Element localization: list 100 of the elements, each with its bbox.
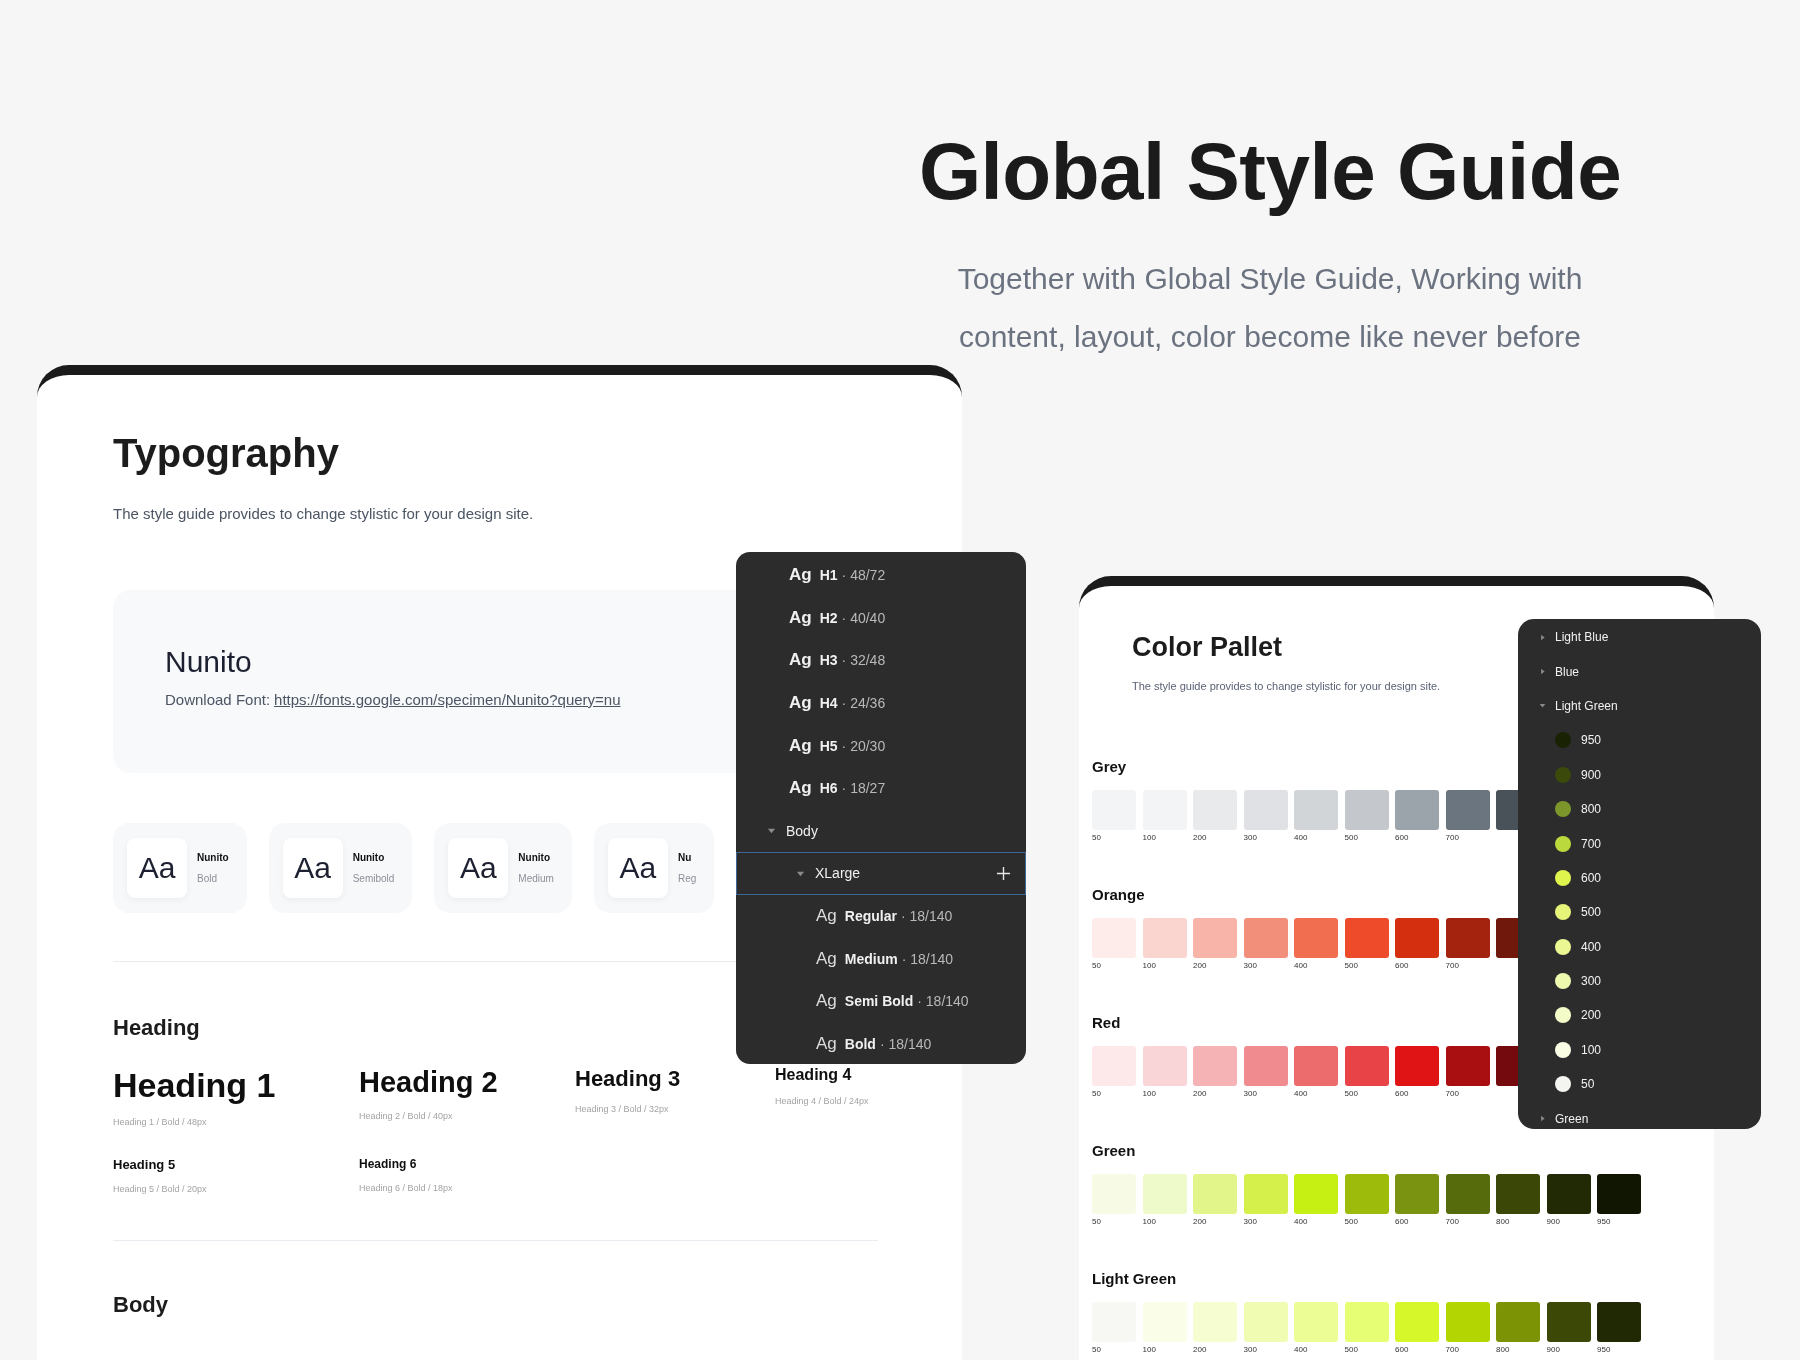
- heading-sample: Heading 6: [359, 1157, 417, 1171]
- swatch-label: 500: [1344, 833, 1358, 842]
- font-sample: Aa: [607, 838, 668, 898]
- style-name: H5: [819, 737, 838, 754]
- style-name: Bold: [844, 1035, 876, 1052]
- swatch-label: 700: [1445, 1217, 1459, 1226]
- style-spec: · 24/36: [841, 695, 886, 712]
- font-weight-name: Bold: [197, 873, 218, 884]
- text-style-row[interactable]: Ag Bold · 18/140: [736, 1022, 1026, 1064]
- font-sample: Aa: [448, 838, 509, 898]
- swatch-label: 500: [1344, 961, 1358, 970]
- color-style-row[interactable]: 950: [1518, 723, 1761, 758]
- text-style-row[interactable]: Ag Semi Bold · 18/140: [736, 979, 1026, 1023]
- heading-sample: Heading 3: [575, 1066, 681, 1092]
- color-style-row[interactable]: Light Blue: [1518, 620, 1761, 655]
- color-style-row[interactable]: 600: [1518, 860, 1761, 896]
- style-spec: · 40/40: [841, 609, 886, 626]
- caret-icon[interactable]: [1539, 702, 1546, 710]
- swatch-label: 200: [1193, 1345, 1207, 1354]
- swatch-label: 800: [1496, 1345, 1510, 1354]
- section-title: Typography: [113, 430, 340, 477]
- caret-icon[interactable]: [1539, 633, 1546, 641]
- add-icon[interactable]: [996, 865, 1011, 881]
- palette-name: Red: [1092, 1014, 1121, 1032]
- text-style-row[interactable]: Ag H5 · 20/30: [736, 724, 1026, 767]
- color-style-row[interactable]: 300: [1518, 963, 1761, 999]
- style-name: Medium: [844, 950, 898, 967]
- download-link[interactable]: https://fonts.google.com/specimen/Nunito?query=nu: [274, 691, 621, 708]
- swatch-label: 200: [1193, 1089, 1207, 1098]
- swatch-label: 800: [1496, 1217, 1510, 1226]
- color-style-row[interactable]: 800: [1518, 791, 1761, 827]
- swatch-label: 400: [1294, 1217, 1308, 1226]
- text-style-row[interactable]: Ag H2 · 40/40: [736, 596, 1026, 640]
- text-style-row[interactable]: Body: [736, 809, 1026, 853]
- swatch-label: 400: [1294, 1345, 1308, 1354]
- style-sample: Ag: [816, 906, 837, 927]
- text-style-row[interactable]: Ag H6 · 18/27: [736, 766, 1026, 810]
- color-style-row[interactable]: 400: [1518, 929, 1761, 964]
- download-label: Download Font:: [165, 691, 271, 708]
- style-name: Regular: [844, 908, 897, 925]
- heading-caption: Heading 2 / Bold / 40px: [359, 1111, 453, 1121]
- swatch-label: 50: [1092, 961, 1101, 970]
- swatch-label: 50: [1092, 833, 1101, 842]
- font-weight-name: Reg: [677, 873, 697, 884]
- text-style-row[interactable]: Ag Regular · 18/140: [736, 894, 1026, 938]
- color-style-row[interactable]: Green: [1518, 1101, 1761, 1129]
- swatch-label: 700: [1445, 833, 1459, 842]
- font-family-name: Nu: [677, 852, 693, 863]
- palette-name: Light Green: [1092, 1270, 1177, 1288]
- shade-name: 200: [1581, 1008, 1602, 1023]
- group-name: Body: [786, 822, 818, 839]
- heading-sample: Heading 4: [775, 1066, 852, 1084]
- color-style-row[interactable]: 500: [1518, 895, 1761, 930]
- style-name: H4: [819, 695, 838, 712]
- swatch-label: 200: [1193, 1217, 1207, 1226]
- text-style-row[interactable]: Ag H1 · 48/72: [736, 554, 1026, 597]
- heading-caption: Heading 1 / Bold / 48px: [113, 1117, 207, 1127]
- swatch-label: 50: [1092, 1345, 1101, 1354]
- swatch-label: 950: [1597, 1345, 1611, 1354]
- font-family-name: Nunito: [518, 852, 551, 863]
- swatch-label: 100: [1142, 961, 1156, 970]
- font-weight-name: Medium: [518, 873, 554, 884]
- swatch-label: 500: [1344, 1089, 1358, 1098]
- subsection-title: Body: [113, 1291, 169, 1319]
- swatch-label: 700: [1445, 1345, 1459, 1354]
- subsection-title: Heading: [113, 1014, 201, 1042]
- swatch-label: 600: [1395, 1345, 1409, 1354]
- swatch-label: 600: [1395, 1089, 1409, 1098]
- swatch-label: 100: [1142, 1345, 1156, 1354]
- swatch-label: 300: [1243, 961, 1257, 970]
- group-name: Light Green: [1555, 698, 1618, 713]
- color-style-row[interactable]: 900: [1518, 757, 1761, 792]
- style-name: H2: [819, 609, 838, 626]
- style-name: H6: [819, 780, 838, 797]
- text-style-row[interactable]: Ag H3 · 32/48: [736, 639, 1026, 682]
- swatch-label: 400: [1294, 961, 1308, 970]
- swatch-label: 600: [1395, 961, 1409, 970]
- swatch-label: 500: [1344, 1217, 1358, 1226]
- shade-name: 900: [1581, 767, 1602, 782]
- text-style-row[interactable]: XLarge: [736, 852, 1026, 895]
- style-sample: Ag: [789, 735, 812, 756]
- text-style-row[interactable]: Ag Medium · 18/140: [736, 937, 1026, 980]
- color-style-row[interactable]: 100: [1518, 1032, 1761, 1068]
- caret-icon[interactable]: [767, 826, 776, 836]
- color-style-row[interactable]: Blue: [1518, 654, 1761, 689]
- swatch-label: 900: [1546, 1217, 1560, 1226]
- palette-name: Orange: [1092, 886, 1145, 904]
- swatch-label: 300: [1243, 1345, 1257, 1354]
- font-sample: Aa: [127, 838, 187, 898]
- caret-icon[interactable]: [1539, 1115, 1546, 1123]
- text-style-row[interactable]: Ag H4 · 24/36: [736, 681, 1026, 725]
- color-style-row[interactable]: 700: [1518, 826, 1761, 861]
- style-sample: Ag: [789, 607, 812, 628]
- style-spec: · 18/140: [901, 950, 954, 967]
- color-style-row[interactable]: Light Green: [1518, 688, 1761, 724]
- swatch-label: 700: [1445, 961, 1459, 970]
- style-sample: Ag: [816, 991, 837, 1012]
- color-style-row[interactable]: 200: [1518, 998, 1761, 1033]
- caret-icon[interactable]: [1539, 668, 1546, 676]
- color-style-row[interactable]: 50: [1518, 1067, 1761, 1102]
